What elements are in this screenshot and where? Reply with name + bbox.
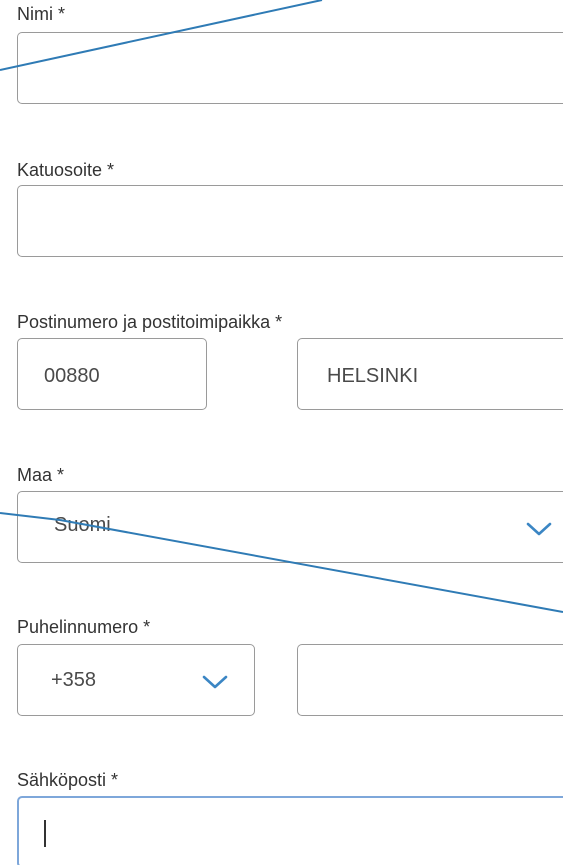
postal-code-value: 00880 xyxy=(44,365,100,387)
city-input[interactable]: HELSINKI xyxy=(297,338,563,410)
phone-label: Puhelinnumero * xyxy=(17,617,151,637)
text-cursor xyxy=(44,820,46,847)
country-select[interactable]: Suomi xyxy=(17,491,563,563)
phone-prefix-value: +358 xyxy=(51,669,97,691)
name-label: Nimi * xyxy=(17,4,65,24)
annotation-overlay xyxy=(0,0,563,613)
chevron-down-icon xyxy=(526,522,552,536)
phone-number-input[interactable] xyxy=(297,644,563,716)
city-value: HELSINKI xyxy=(327,365,419,387)
phone-prefix-select[interactable]: +358 xyxy=(17,644,255,716)
email-label: Sähköposti * xyxy=(17,770,119,790)
checkout-address-form: Nimi * Katuosoite * Postinumero ja posti… xyxy=(0,0,563,865)
postal-label: Postinumero ja postitoimipaikka * xyxy=(17,312,283,332)
name-input[interactable] xyxy=(17,32,563,104)
chevron-down-icon xyxy=(202,675,228,689)
postal-code-input[interactable]: 00880 xyxy=(17,338,207,410)
email-input[interactable] xyxy=(17,796,563,865)
street-label: Katuosoite * xyxy=(17,160,115,180)
country-selected-value: Suomi xyxy=(54,514,111,536)
country-label: Maa * xyxy=(17,465,65,485)
street-address-input[interactable] xyxy=(17,185,563,257)
